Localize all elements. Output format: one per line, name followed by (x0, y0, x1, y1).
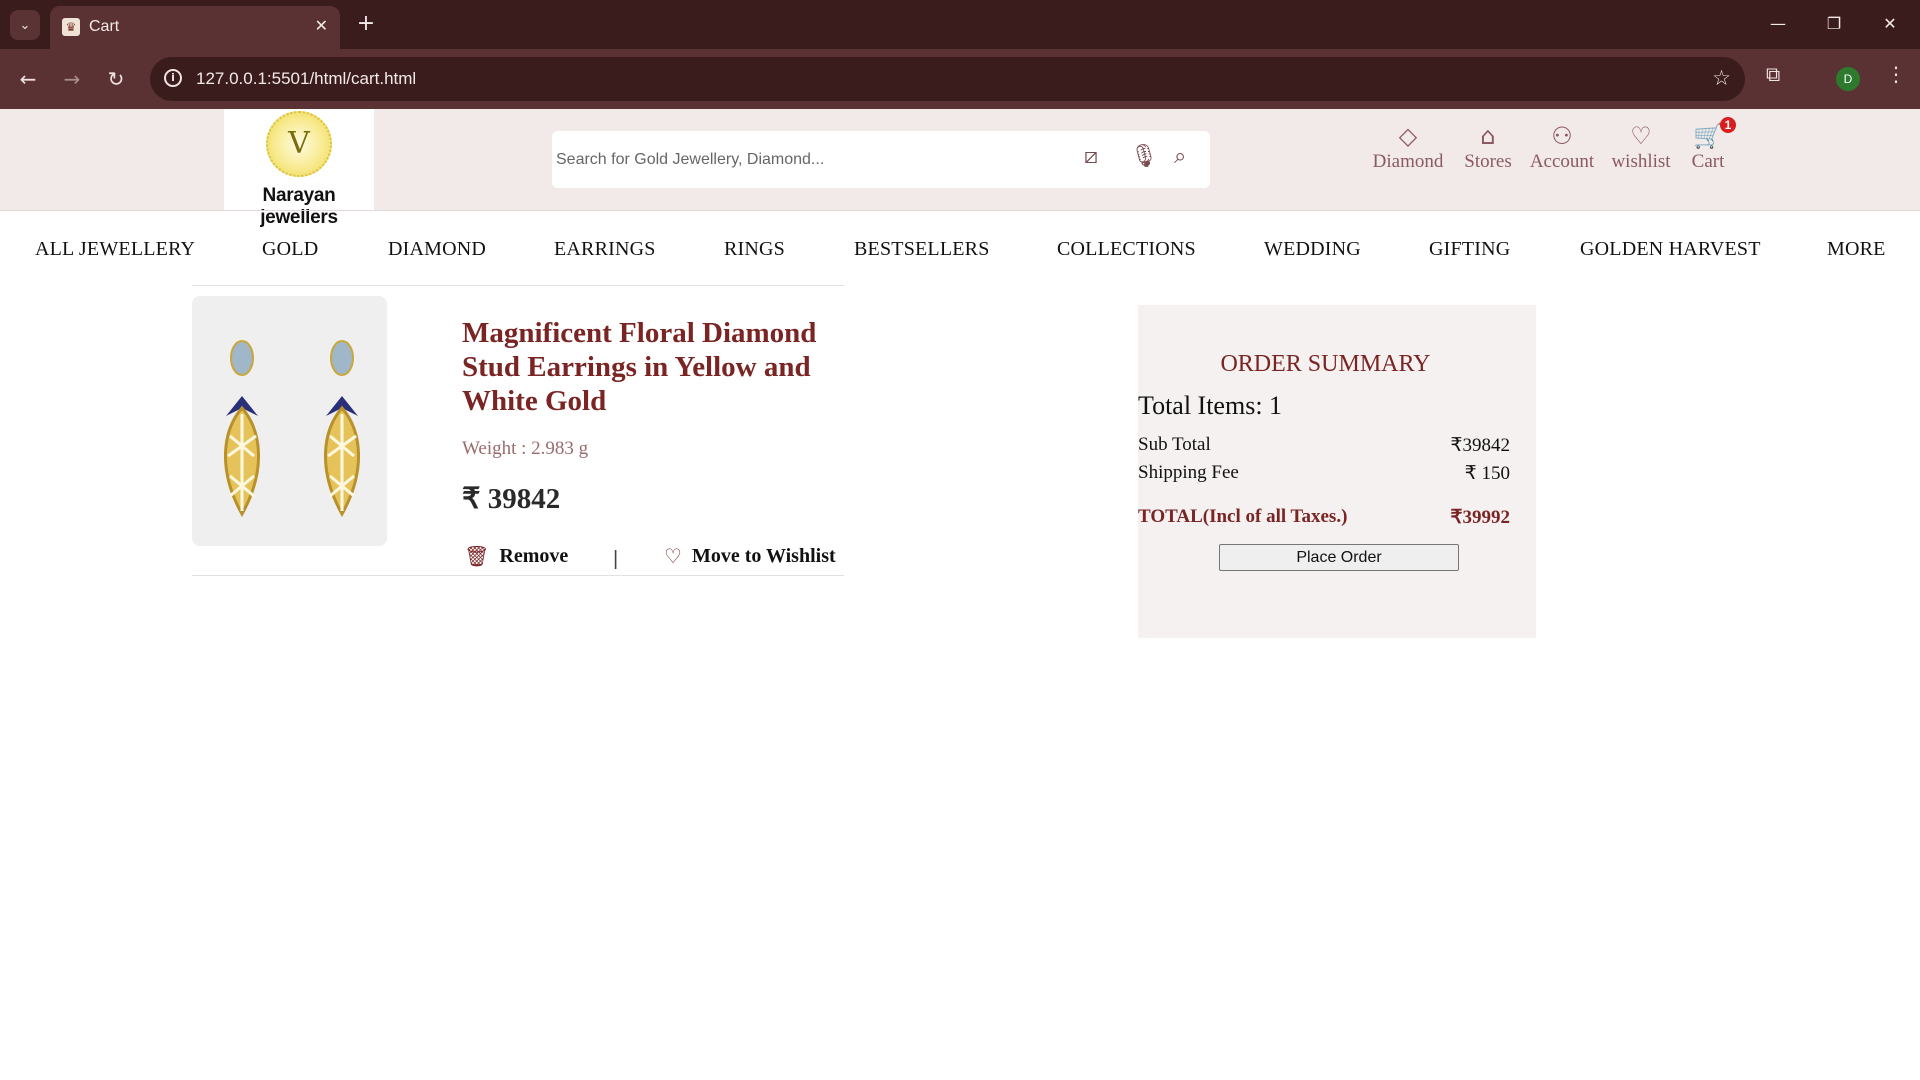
close-tab-icon[interactable]: ✕ (315, 16, 328, 35)
close-window-icon[interactable]: ✕ (1870, 10, 1910, 38)
back-icon[interactable]: ← (12, 63, 44, 95)
shipping-label: Shipping Fee (1138, 462, 1239, 483)
category-gold[interactable]: GOLD (262, 238, 318, 261)
browser-menu-icon[interactable]: ⋮ (1886, 62, 1906, 86)
header-stores[interactable]: ⌂ Stores (1458, 123, 1518, 173)
header-stores-label: Stores (1464, 151, 1512, 172)
product-price: ₹ 39842 (462, 483, 561, 515)
remove-button[interactable]: 🗑 Remove (464, 544, 568, 568)
category-gifting[interactable]: GIFTING (1429, 238, 1510, 261)
url-text[interactable]: 127.0.0.1:5501/html/cart.html (196, 69, 416, 89)
brand-logo[interactable]: Ⅴ Narayan jewellers (224, 109, 374, 228)
move-to-wishlist-button[interactable]: ♡ Move to Wishlist (664, 544, 836, 568)
logo-emblem-icon: Ⅴ (266, 111, 332, 177)
header-diamond[interactable]: ◇ Diamond (1370, 123, 1446, 173)
tab-title: Cart (89, 18, 120, 35)
action-separator: | (613, 548, 619, 570)
subtotal-value: ₹39842 (1450, 435, 1510, 456)
header-cart-label: Cart (1691, 151, 1725, 172)
cart-icon: 🛒 1 (1686, 117, 1736, 149)
total-label: TOTAL(Incl of all Taxes.) (1138, 506, 1348, 527)
heart-icon: ♡ (1630, 122, 1652, 150)
tab-search-dropdown-icon[interactable]: ⌄ (10, 10, 40, 40)
category-golden-harvest[interactable]: GOLDEN HARVEST (1580, 238, 1761, 261)
microphone-icon[interactable]: 🎙 (1130, 144, 1158, 169)
place-order-button[interactable]: Place Order (1219, 544, 1459, 571)
category-earrings[interactable]: EARRINGS (554, 238, 656, 261)
store-icon: ⌂ (1480, 122, 1496, 150)
product-weight: Weight : 2.983 g (462, 438, 589, 459)
header-wishlist-label: wishlist (1611, 151, 1671, 172)
category-collections[interactable]: COLLECTIONS (1057, 238, 1196, 261)
account-icon: ⚇ (1551, 122, 1573, 150)
header-diamond-label: Diamond (1372, 151, 1444, 172)
extensions-icon[interactable]: ⧉ (1766, 62, 1780, 86)
trash-icon: 🗑 (464, 544, 490, 568)
forward-icon[interactable]: → (56, 63, 88, 95)
shipping-value: ₹ 150 (1464, 463, 1510, 484)
diamond-icon: ◇ (1398, 122, 1418, 150)
new-tab-icon[interactable]: + (352, 10, 380, 38)
product-image[interactable] (192, 296, 387, 546)
move-to-wishlist-label: Move to Wishlist (691, 544, 836, 567)
site-header: Ⅴ Narayan jewellers ⧄ 🎙 ⌕ ◇ Diamond ⌂ St… (0, 109, 1920, 228)
category-all-jewellery[interactable]: ALL JEWELLERY (35, 238, 195, 261)
cart-item: Magnificent Floral Diamond Stud Earrings… (192, 285, 844, 576)
favicon-icon: ♛ (62, 18, 80, 36)
category-nav: ALL JEWELLERY GOLD DIAMOND EARRINGS RING… (0, 210, 1920, 289)
category-diamond[interactable]: DIAMOND (388, 238, 486, 261)
category-rings[interactable]: RINGS (724, 238, 785, 261)
bookmark-star-icon[interactable]: ☆ (1712, 66, 1731, 90)
order-summary-title: ORDER SUMMARY (1220, 351, 1431, 377)
image-search-icon[interactable]: ⧄ (1084, 144, 1098, 169)
product-name[interactable]: Magnificent Floral Diamond Stud Earrings… (462, 316, 842, 418)
profile-avatar[interactable]: D (1836, 67, 1860, 91)
site-info-icon[interactable]: i (164, 69, 182, 87)
minimize-icon[interactable]: — (1758, 10, 1798, 38)
header-account-label: Account (1529, 151, 1595, 172)
earrings-image (224, 340, 360, 518)
shipping-row: Shipping Fee ₹ 150 (1138, 462, 1510, 484)
order-summary: ORDER SUMMARY Total Items: 1 Sub Total ₹… (1138, 305, 1536, 638)
total-value: ₹39992 (1450, 507, 1510, 528)
header-wishlist[interactable]: ♡ wishlist (1608, 123, 1674, 173)
category-bestsellers[interactable]: BESTSELLERS (854, 238, 990, 261)
remove-label: Remove (499, 544, 569, 567)
reload-icon[interactable]: ↻ (100, 63, 132, 95)
heart-plus-icon: ♡ (664, 544, 682, 568)
subtotal-row: Sub Total ₹39842 (1138, 434, 1510, 456)
cart-count-badge: 1 (1720, 117, 1736, 133)
subtotal-label: Sub Total (1138, 434, 1211, 455)
browser-toolbar: ← → ↻ i 127.0.0.1:5501/html/cart.html ☆ (0, 49, 1920, 109)
category-more[interactable]: MORE (1827, 238, 1886, 261)
address-bar[interactable]: i 127.0.0.1:5501/html/cart.html ☆ (150, 57, 1745, 101)
category-wedding[interactable]: WEDDING (1264, 238, 1361, 261)
header-cart[interactable]: 🛒 1 Cart (1686, 117, 1736, 173)
search-icon[interactable]: ⌕ (1174, 144, 1186, 169)
search-input[interactable] (554, 145, 1058, 175)
header-account[interactable]: ⚇ Account (1526, 123, 1598, 173)
total-row: TOTAL(Incl of all Taxes.) ₹39992 (1138, 506, 1510, 528)
browser-tab-bar: ⌄ ♛ Cart ✕ + — ❐ ✕ (0, 0, 1920, 49)
search-bar: ⧄ 🎙 ⌕ (552, 131, 1210, 188)
browser-tab[interactable]: ♛ Cart ✕ (50, 6, 340, 49)
total-items: Total Items: 1 (1138, 391, 1283, 420)
restore-icon[interactable]: ❐ (1814, 10, 1854, 38)
